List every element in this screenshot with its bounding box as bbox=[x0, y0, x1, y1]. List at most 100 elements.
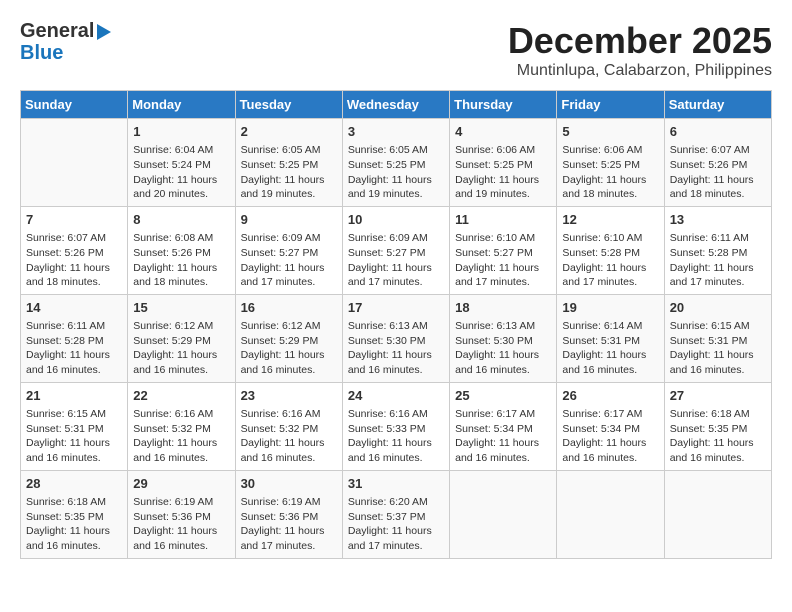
weekday-header-thursday: Thursday bbox=[450, 91, 557, 119]
day-info-line: and 16 minutes. bbox=[562, 451, 658, 466]
calendar-cell: 4Sunrise: 6:06 AMSunset: 5:25 PMDaylight… bbox=[450, 119, 557, 207]
calendar-cell: 31Sunrise: 6:20 AMSunset: 5:37 PMDayligh… bbox=[342, 470, 449, 558]
calendar-cell: 18Sunrise: 6:13 AMSunset: 5:30 PMDayligh… bbox=[450, 294, 557, 382]
calendar-cell: 20Sunrise: 6:15 AMSunset: 5:31 PMDayligh… bbox=[664, 294, 771, 382]
day-info-line: Sunrise: 6:04 AM bbox=[133, 143, 229, 158]
day-info-line: Sunrise: 6:19 AM bbox=[241, 495, 337, 510]
calendar-cell: 30Sunrise: 6:19 AMSunset: 5:36 PMDayligh… bbox=[235, 470, 342, 558]
day-info-line: and 16 minutes. bbox=[348, 451, 444, 466]
day-info-line: Sunset: 5:28 PM bbox=[670, 246, 766, 261]
day-info-line: and 16 minutes. bbox=[455, 451, 551, 466]
day-info-line: Sunset: 5:32 PM bbox=[241, 422, 337, 437]
day-info-line: Daylight: 11 hours bbox=[562, 261, 658, 276]
calendar-cell bbox=[664, 470, 771, 558]
day-info-line: Daylight: 11 hours bbox=[241, 173, 337, 188]
calendar-cell bbox=[450, 470, 557, 558]
day-info-line: Sunset: 5:28 PM bbox=[26, 334, 122, 349]
day-info-line: and 16 minutes. bbox=[241, 451, 337, 466]
day-info-line: Sunrise: 6:09 AM bbox=[348, 231, 444, 246]
calendar-row-1: 7Sunrise: 6:07 AMSunset: 5:26 PMDaylight… bbox=[21, 206, 772, 294]
day-number: 3 bbox=[348, 123, 444, 141]
day-info-line: Daylight: 11 hours bbox=[455, 173, 551, 188]
day-info-line: Daylight: 11 hours bbox=[241, 261, 337, 276]
day-info-line: and 20 minutes. bbox=[133, 187, 229, 202]
day-info-line: Daylight: 11 hours bbox=[670, 173, 766, 188]
day-info-line: Sunset: 5:29 PM bbox=[133, 334, 229, 349]
day-info-line: and 16 minutes. bbox=[562, 363, 658, 378]
day-info-line: Sunset: 5:25 PM bbox=[455, 158, 551, 173]
day-info-line: Daylight: 11 hours bbox=[133, 261, 229, 276]
calendar-cell: 27Sunrise: 6:18 AMSunset: 5:35 PMDayligh… bbox=[664, 382, 771, 470]
day-info-line: and 17 minutes. bbox=[241, 539, 337, 554]
day-info-line: Daylight: 11 hours bbox=[562, 348, 658, 363]
day-number: 16 bbox=[241, 299, 337, 317]
day-info-line: and 18 minutes. bbox=[26, 275, 122, 290]
calendar-table: SundayMondayTuesdayWednesdayThursdayFrid… bbox=[20, 90, 772, 559]
day-info-line: Daylight: 11 hours bbox=[26, 348, 122, 363]
page-subtitle: Muntinlupa, Calabarzon, Philippines bbox=[508, 62, 772, 80]
calendar-cell: 5Sunrise: 6:06 AMSunset: 5:25 PMDaylight… bbox=[557, 119, 664, 207]
day-info-line: Daylight: 11 hours bbox=[562, 436, 658, 451]
day-info-line: Sunset: 5:35 PM bbox=[26, 510, 122, 525]
page-header: General Blue December 2025 Muntinlupa, C… bbox=[20, 20, 772, 80]
calendar-cell: 19Sunrise: 6:14 AMSunset: 5:31 PMDayligh… bbox=[557, 294, 664, 382]
day-info-line: Sunset: 5:31 PM bbox=[562, 334, 658, 349]
calendar-cell: 6Sunrise: 6:07 AMSunset: 5:26 PMDaylight… bbox=[664, 119, 771, 207]
day-info-line: Sunset: 5:29 PM bbox=[241, 334, 337, 349]
day-info-line: Daylight: 11 hours bbox=[670, 261, 766, 276]
day-info-line: Sunset: 5:36 PM bbox=[241, 510, 337, 525]
day-info-line: and 19 minutes. bbox=[348, 187, 444, 202]
day-info-line: Sunrise: 6:17 AM bbox=[455, 407, 551, 422]
weekday-header-tuesday: Tuesday bbox=[235, 91, 342, 119]
day-number: 2 bbox=[241, 123, 337, 141]
day-info-line: and 17 minutes. bbox=[670, 275, 766, 290]
day-number: 6 bbox=[670, 123, 766, 141]
day-info-line: Daylight: 11 hours bbox=[26, 261, 122, 276]
page-title: December 2025 bbox=[508, 20, 772, 62]
day-info-line: and 17 minutes. bbox=[348, 539, 444, 554]
day-info-line: and 16 minutes. bbox=[26, 363, 122, 378]
day-info-line: Sunrise: 6:16 AM bbox=[133, 407, 229, 422]
day-info-line: Sunset: 5:27 PM bbox=[348, 246, 444, 261]
calendar-cell: 8Sunrise: 6:08 AMSunset: 5:26 PMDaylight… bbox=[128, 206, 235, 294]
logo-triangle bbox=[97, 24, 111, 40]
day-info-line: Daylight: 11 hours bbox=[348, 173, 444, 188]
calendar-cell bbox=[557, 470, 664, 558]
day-info-line: and 16 minutes. bbox=[670, 451, 766, 466]
day-number: 20 bbox=[670, 299, 766, 317]
day-info-line: and 17 minutes. bbox=[455, 275, 551, 290]
day-info-line: Daylight: 11 hours bbox=[133, 173, 229, 188]
day-number: 17 bbox=[348, 299, 444, 317]
day-number: 8 bbox=[133, 211, 229, 229]
day-info-line: Sunrise: 6:18 AM bbox=[670, 407, 766, 422]
day-info-line: Sunrise: 6:16 AM bbox=[348, 407, 444, 422]
day-info-line: Sunrise: 6:20 AM bbox=[348, 495, 444, 510]
weekday-header-monday: Monday bbox=[128, 91, 235, 119]
day-info-line: Sunset: 5:25 PM bbox=[348, 158, 444, 173]
day-info-line: Sunset: 5:34 PM bbox=[562, 422, 658, 437]
day-info-line: Daylight: 11 hours bbox=[241, 524, 337, 539]
calendar-cell: 11Sunrise: 6:10 AMSunset: 5:27 PMDayligh… bbox=[450, 206, 557, 294]
calendar-cell: 22Sunrise: 6:16 AMSunset: 5:32 PMDayligh… bbox=[128, 382, 235, 470]
day-info-line: Sunset: 5:33 PM bbox=[348, 422, 444, 437]
day-info-line: Sunset: 5:36 PM bbox=[133, 510, 229, 525]
day-info-line: and 16 minutes. bbox=[241, 363, 337, 378]
day-info-line: Sunset: 5:30 PM bbox=[348, 334, 444, 349]
day-info-line: Daylight: 11 hours bbox=[133, 348, 229, 363]
calendar-cell: 12Sunrise: 6:10 AMSunset: 5:28 PMDayligh… bbox=[557, 206, 664, 294]
calendar-cell: 7Sunrise: 6:07 AMSunset: 5:26 PMDaylight… bbox=[21, 206, 128, 294]
day-info-line: Daylight: 11 hours bbox=[562, 173, 658, 188]
day-number: 24 bbox=[348, 387, 444, 405]
day-info-line: and 16 minutes. bbox=[455, 363, 551, 378]
calendar-cell: 1Sunrise: 6:04 AMSunset: 5:24 PMDaylight… bbox=[128, 119, 235, 207]
calendar-row-3: 21Sunrise: 6:15 AMSunset: 5:31 PMDayligh… bbox=[21, 382, 772, 470]
day-info-line: Sunrise: 6:11 AM bbox=[670, 231, 766, 246]
calendar-cell: 29Sunrise: 6:19 AMSunset: 5:36 PMDayligh… bbox=[128, 470, 235, 558]
weekday-header-wednesday: Wednesday bbox=[342, 91, 449, 119]
day-info-line: Daylight: 11 hours bbox=[241, 348, 337, 363]
day-info-line: Daylight: 11 hours bbox=[348, 348, 444, 363]
calendar-cell: 9Sunrise: 6:09 AMSunset: 5:27 PMDaylight… bbox=[235, 206, 342, 294]
day-info-line: and 17 minutes. bbox=[348, 275, 444, 290]
weekday-header-saturday: Saturday bbox=[664, 91, 771, 119]
day-number: 15 bbox=[133, 299, 229, 317]
